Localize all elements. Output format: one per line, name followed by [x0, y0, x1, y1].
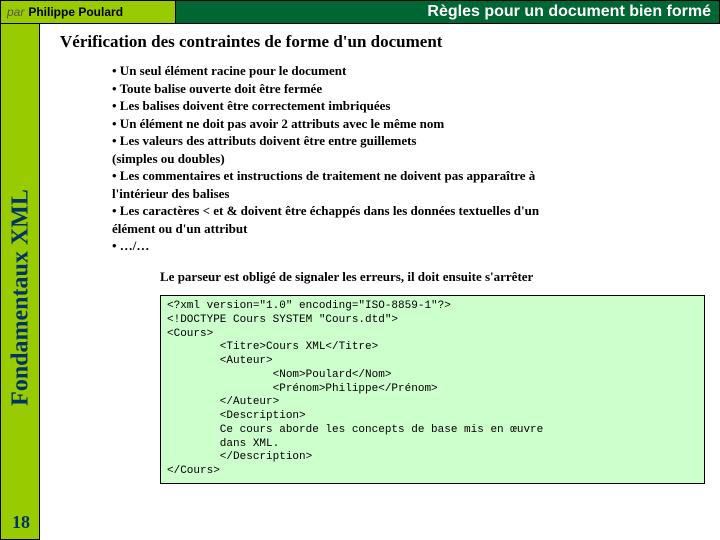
parser-note: Le parseur est obligé de signaler les er…	[160, 269, 712, 285]
bullet-item: • Les commentaires et instructions de tr…	[112, 167, 712, 185]
sidebar: Fondamentaux XML 18	[0, 24, 40, 540]
bullet-item: • Un élément ne doit pas avoir 2 attribu…	[112, 115, 712, 133]
bullet-item: • Toute balise ouverte doit être fermée	[112, 80, 712, 98]
bullet-item: • Un seul élément racine pour le documen…	[112, 62, 712, 80]
page-number: 18	[1, 512, 41, 533]
author-name: Philippe Poulard	[28, 5, 123, 19]
bullet-item: • Les valeurs des attributs doivent être…	[112, 132, 712, 150]
bullet-item: l'intérieur des balises	[112, 185, 712, 203]
bullet-item: • …/…	[112, 237, 712, 255]
bullet-item: • Les caractères < et & doivent être éch…	[112, 202, 712, 220]
bullet-item: (simples ou doubles)	[112, 150, 712, 168]
bullet-item: élément ou d'un attribut	[112, 220, 712, 238]
bullet-item: • Les balises doivent être correctement …	[112, 97, 712, 115]
header-left: par Philippe Poulard	[0, 0, 176, 24]
bullet-list: • Un seul élément racine pour le documen…	[112, 62, 712, 255]
slide-title: Règles pour un document bien formé	[176, 0, 720, 24]
subtitle: Vérification des contraintes de forme d'…	[60, 32, 712, 52]
xml-code-sample: <?xml version="1.0" encoding="ISO-8859-1…	[160, 295, 705, 484]
sidebar-label: Fondamentaux XML	[8, 170, 35, 426]
content-area: Vérification des contraintes de forme d'…	[40, 24, 720, 540]
header: par Philippe Poulard Règles pour un docu…	[0, 0, 720, 24]
par-label: par	[7, 5, 24, 19]
